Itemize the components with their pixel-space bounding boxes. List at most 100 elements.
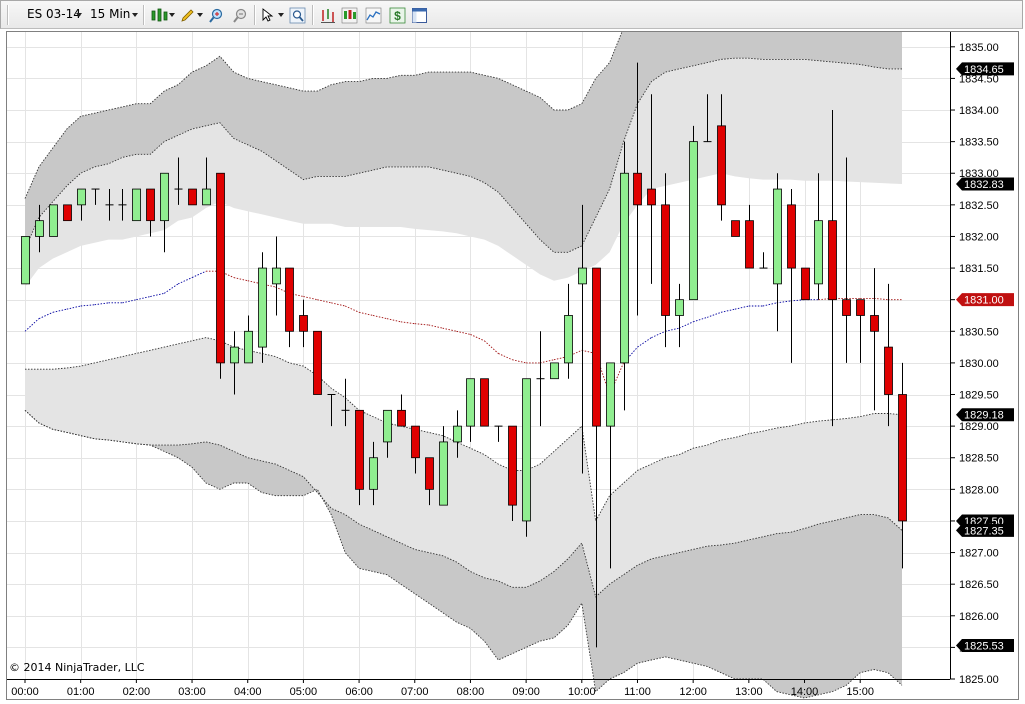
candle-down (856, 299, 865, 316)
zoom-out-icon[interactable] (232, 7, 249, 24)
price-tick-label: 1828.00 (959, 484, 999, 496)
price-marker-label: 1832.83 (964, 179, 1004, 191)
price-tick-label: 1834.00 (959, 105, 999, 117)
zoom-in-icon[interactable] (208, 7, 225, 24)
price-tick-label: 1829.00 (959, 421, 999, 433)
price-marker-label: 1825.53 (964, 640, 1004, 652)
candle-up (230, 346, 239, 364)
bar-chart-icon[interactable] (319, 7, 336, 24)
price-tick-label: 1826.00 (959, 611, 999, 623)
candle-down (828, 220, 837, 301)
candle-down (299, 315, 308, 332)
interval-selector[interactable]: 15 Min (90, 6, 130, 23)
candle-up (272, 267, 281, 285)
instrument-dropdown-icon[interactable] (76, 13, 82, 17)
candle-down (425, 457, 434, 490)
candle-up (550, 362, 559, 380)
candle-down (285, 267, 294, 332)
time-tick-label: 07:00 (401, 686, 429, 698)
time-tick-label: 10:00 (568, 686, 596, 698)
toolbar-separator (143, 5, 145, 25)
candle-up (132, 188, 141, 222)
candle-down (146, 188, 155, 222)
price-marker-label: 1827.35 (964, 525, 1004, 537)
candle-down (480, 378, 489, 427)
candle-up (773, 188, 782, 285)
candle-up (620, 172, 629, 364)
candle-down (898, 394, 907, 522)
price-tick-label: 1829.50 (959, 390, 999, 402)
dollar-icon[interactable]: $ (389, 7, 406, 24)
candle-up (21, 236, 30, 285)
toolbar-separator (254, 5, 256, 25)
area-chart-icon[interactable] (365, 7, 382, 24)
time-tick-label: 11:00 (624, 686, 651, 698)
time-tick-label: 00:00 (11, 686, 39, 698)
candle-down (801, 267, 810, 301)
drawing-dropdown-icon[interactable] (197, 13, 203, 17)
candle-up (453, 425, 462, 443)
cursor-dropdown-icon[interactable] (278, 13, 284, 17)
candle-down (842, 299, 851, 316)
candle-down (411, 425, 420, 459)
candle-up (383, 409, 392, 443)
candle-up (49, 204, 58, 237)
chart-toolbar: ES 03-14 15 Min $ (0, 0, 1023, 29)
candle-down (508, 425, 517, 506)
time-tick-label: 03:00 (178, 686, 206, 698)
toolbar-grip (7, 5, 9, 25)
candle-up (522, 378, 531, 522)
drawing-pencil-icon[interactable] (179, 7, 196, 24)
price-tick-label: 1825.00 (959, 674, 999, 686)
candle-down (647, 188, 656, 206)
price-tick-label: 1828.50 (959, 453, 999, 465)
time-tick-label: 02:00 (123, 686, 151, 698)
candle-up (578, 267, 587, 285)
time-tick-label: 01:00 (67, 686, 95, 698)
svg-text:$: $ (394, 9, 401, 23)
cursor-select-icon[interactable] (260, 7, 277, 24)
candle-down (717, 125, 726, 206)
candle-up (439, 441, 448, 506)
candle-down (745, 220, 754, 269)
candle-up (160, 172, 169, 222)
candle-down (355, 409, 364, 490)
candle-up (35, 220, 44, 237)
time-tick-label: 04:00 (234, 686, 262, 698)
price-tick-label: 1835.00 (959, 42, 999, 54)
time-tick-label: 06:00 (345, 686, 373, 698)
time-tick-label: 12:00 (679, 686, 707, 698)
candlestick-icon[interactable] (341, 7, 358, 24)
time-tick-label: 13:00 (735, 686, 763, 698)
instrument-selector[interactable]: ES 03-14 (27, 6, 81, 23)
chart-style-dropdown-icon[interactable] (169, 13, 175, 17)
candle-down (397, 409, 406, 427)
candle-up (466, 378, 475, 427)
price-chart[interactable]: 1825.001825.501826.001826.501827.001827.… (6, 31, 1025, 704)
price-marker-label: 1834.65 (964, 64, 1004, 76)
time-tick-label: 09:00 (512, 686, 540, 698)
candle-up (675, 299, 684, 316)
price-marker-label: 1829.18 (964, 410, 1004, 422)
time-tick-label: 14:00 (791, 686, 819, 698)
interval-dropdown-icon[interactable] (132, 13, 138, 17)
candle-up (606, 362, 615, 427)
candle-down (731, 220, 740, 237)
price-marker-label: 1831.00 (964, 295, 1004, 307)
price-tick-label: 1832.00 (959, 231, 999, 243)
candle-up (202, 188, 211, 206)
price-tick-label: 1830.50 (959, 326, 999, 338)
time-tick-label: 05:00 (290, 686, 318, 698)
candle-down (63, 204, 72, 222)
candle-down (787, 204, 796, 269)
candle-down (884, 346, 893, 395)
candle-up (564, 315, 573, 364)
price-tick-label: 1832.50 (959, 200, 999, 212)
window-icon[interactable] (411, 7, 428, 24)
magnifier-icon[interactable] (289, 7, 306, 24)
chart-style-icon[interactable] (150, 7, 170, 24)
candle-down (188, 188, 197, 206)
candle-up (689, 141, 698, 301)
candle-down (633, 172, 642, 206)
candle-down (661, 204, 670, 316)
